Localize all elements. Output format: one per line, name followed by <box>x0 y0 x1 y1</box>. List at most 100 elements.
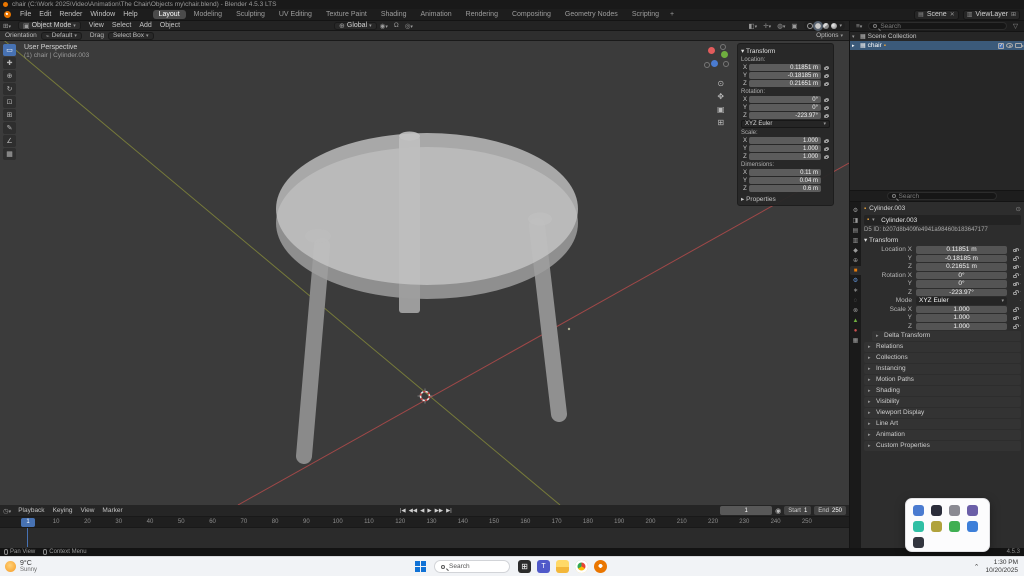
workspace-tab-animation[interactable]: Animation <box>415 10 458 19</box>
lock-icon[interactable] <box>821 154 830 159</box>
lock-icon[interactable] <box>1013 266 1017 269</box>
rotate-tool[interactable]: ↻ <box>3 83 16 95</box>
workspace-tab-uv-editing[interactable]: UV Editing <box>273 10 318 19</box>
workspace-tab-geometry-nodes[interactable]: Geometry Nodes <box>559 10 624 19</box>
rendered-shading-icon[interactable] <box>831 23 837 29</box>
material-shading-icon[interactable] <box>823 23 829 29</box>
lock-icon[interactable] <box>821 73 830 78</box>
taskbar-app-blender[interactable] <box>594 560 607 573</box>
auto-key-toggle[interactable]: ◉ <box>775 507 781 515</box>
next-keyframe-button[interactable]: ▶▶ <box>435 508 443 514</box>
rotation-y-field[interactable]: 0° <box>749 104 821 111</box>
lock-icon[interactable] <box>821 97 830 102</box>
animate-dot-icon[interactable]: · <box>1019 247 1021 253</box>
property-field-z[interactable]: 1.000 <box>916 323 1007 331</box>
taskbar-app-chrome[interactable] <box>575 560 588 573</box>
menu-render[interactable]: Render <box>55 11 86 18</box>
add-workspace-button[interactable]: + <box>666 11 678 18</box>
frame-start-field[interactable]: Start 1 <box>784 506 811 515</box>
viewport-menu-add[interactable]: Add <box>135 22 155 29</box>
workspace-tab-texture-paint[interactable]: Texture Paint <box>320 10 373 19</box>
viewport-menu-select[interactable]: Select <box>108 22 135 29</box>
expand-icon[interactable]: ▾ <box>872 217 878 223</box>
property-field-y[interactable]: -0.18185 m <box>916 255 1007 263</box>
lock-icon[interactable] <box>1013 249 1017 252</box>
properties-tab-physics[interactable]: ◌ <box>850 296 861 305</box>
section-motion-paths[interactable]: ▸Motion Paths <box>864 375 1021 385</box>
current-frame-marker[interactable]: 1 <box>21 518 35 527</box>
properties-tab-constraints[interactable]: ⊗ <box>850 306 861 315</box>
weather-widget[interactable]: 9°C Sunny <box>0 560 200 574</box>
frame-end-field[interactable]: End 250 <box>814 506 846 515</box>
viewport-3d[interactable]: ▭✚⊕↻⊡⊞✎∠▦ User Perspective (1) chair | C… <box>0 41 849 505</box>
properties-tab-material[interactable]: ● <box>850 326 861 335</box>
add-primitive-tool[interactable]: ▦ <box>3 148 16 160</box>
section-delta-transform[interactable]: ▸Delta Transform <box>872 331 1021 341</box>
zoom-icon[interactable]: ⊙ <box>717 79 725 88</box>
move-tool[interactable]: ⊕ <box>3 70 16 82</box>
hide-viewport-eye-icon[interactable] <box>1006 43 1013 48</box>
dimensions-x-field[interactable]: 0.11 m <box>749 169 821 176</box>
properties-search[interactable]: Search <box>887 192 997 200</box>
tray-icon-3[interactable] <box>949 505 960 516</box>
property-field-y[interactable]: 0° <box>916 280 1007 288</box>
properties-tab-object-data[interactable]: ▲ <box>850 316 861 325</box>
proportional-edit-icon[interactable]: ◎▾ <box>402 22 416 30</box>
lock-icon[interactable] <box>821 81 830 86</box>
section-custom-properties[interactable]: ▸Custom Properties <box>864 441 1021 451</box>
jump-to-end-button[interactable]: ▶| <box>446 508 452 514</box>
current-frame-field[interactable]: 1 <box>720 506 772 515</box>
workspace-tab-layout[interactable]: Layout <box>153 10 186 19</box>
lock-icon[interactable] <box>821 65 830 70</box>
property-field-z[interactable]: -223.97° <box>916 289 1007 297</box>
gizmo-y-axis[interactable] <box>721 51 728 58</box>
tray-icon-8[interactable] <box>967 521 978 532</box>
dimensions-z-field[interactable]: 0.6 m <box>749 185 821 192</box>
tray-icon-4[interactable] <box>967 505 978 516</box>
gizmo-x-axis[interactable] <box>708 47 715 54</box>
section-line-art[interactable]: ▸Line Art <box>864 419 1021 429</box>
scale-tool[interactable]: ⊡ <box>3 96 16 108</box>
wireframe-shading-icon[interactable] <box>807 23 813 29</box>
annotate-tool[interactable]: ✎ <box>3 122 16 134</box>
property-field-y[interactable]: 1.000 <box>916 314 1007 322</box>
lock-icon[interactable] <box>1013 326 1017 329</box>
tray-icon-7[interactable] <box>949 521 960 532</box>
taskbar-app-task-view[interactable]: ⊞ <box>518 560 531 573</box>
properties-tab-object[interactable]: ■ <box>850 266 861 275</box>
expand-icon[interactable]: ▾ <box>852 34 858 40</box>
section-collections[interactable]: ▸Collections <box>864 353 1021 363</box>
property-field-location-x[interactable]: 0.11851 m <box>916 246 1007 254</box>
animate-dot-icon[interactable]: · <box>1019 306 1021 312</box>
scene-selector[interactable]: ▤ Scene ✕ <box>914 10 959 20</box>
expand-icon[interactable]: ▸ <box>852 43 858 49</box>
property-field-z[interactable]: 0.21651 m <box>916 263 1007 271</box>
tray-icon-2[interactable] <box>931 505 942 516</box>
viewport-menu-view[interactable]: View <box>85 22 108 29</box>
timeline-editor-icon[interactable]: ◷▾ <box>0 507 14 515</box>
properties-tab-tool[interactable]: ⚙ <box>850 206 861 215</box>
lock-icon[interactable] <box>1013 258 1017 261</box>
measure-tool[interactable]: ∠ <box>3 135 16 147</box>
scale-y-field[interactable]: 1.000 <box>749 145 821 152</box>
location-z-field[interactable]: 0.21651 m <box>749 80 821 87</box>
start-button[interactable] <box>415 561 426 572</box>
animate-dot-icon[interactable]: · <box>1019 289 1021 295</box>
property-field-rotation-x[interactable]: 0° <box>916 272 1007 280</box>
transform-section-header[interactable]: ▾ Transform <box>864 236 1021 244</box>
drag-dropdown[interactable]: Select Box ▾ <box>108 32 154 40</box>
camera-view-icon[interactable]: ▣ <box>717 105 725 114</box>
section-viewport-display[interactable]: ▸Viewport Display <box>864 408 1021 418</box>
animate-dot-icon[interactable]: · <box>1019 281 1021 287</box>
timeline-tracks[interactable] <box>0 528 849 547</box>
timeline-menu-marker[interactable]: Marker <box>98 507 126 514</box>
property-field-scale-x[interactable]: 1.000 <box>916 306 1007 314</box>
mode-dropdown[interactable]: ▣ Object Mode ▾ <box>18 21 81 30</box>
navigation-gizmo[interactable] <box>700 42 734 76</box>
npanel-transform-header[interactable]: ▾ Transform <box>741 47 830 55</box>
section-shading[interactable]: ▸Shading <box>864 386 1021 396</box>
pin-icon[interactable]: ⊙ <box>1016 205 1021 213</box>
menu-edit[interactable]: Edit <box>35 11 55 18</box>
animate-dot-icon[interactable]: · <box>1019 255 1021 261</box>
location-y-field[interactable]: -0.18185 m <box>749 72 821 79</box>
